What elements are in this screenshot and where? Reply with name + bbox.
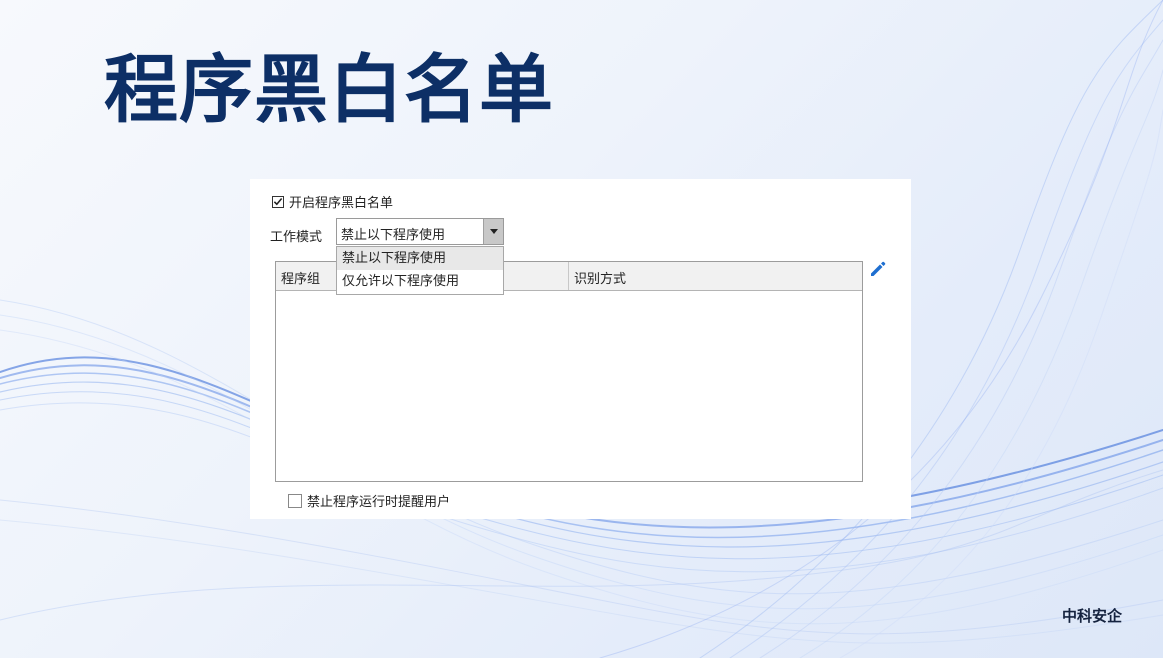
- column-divider[interactable]: [568, 262, 569, 290]
- work-mode-label: 工作模式: [270, 230, 323, 245]
- column-header-identify-method[interactable]: 识别方式: [574, 268, 626, 287]
- checkmark-icon: [273, 198, 283, 206]
- work-mode-selected-value: 禁止以下程序使用: [341, 228, 446, 243]
- column-header-program-group[interactable]: 程序组: [281, 268, 320, 287]
- dropdown-option-forbid[interactable]: 禁止以下程序使用: [337, 247, 503, 270]
- table-body[interactable]: [276, 291, 862, 481]
- work-mode-select[interactable]: 禁止以下程序使用: [336, 218, 504, 245]
- edit-button[interactable]: [868, 259, 888, 279]
- dropdown-option-allow-only[interactable]: 仅允许以下程序使用: [337, 270, 503, 293]
- brand-name: 中科安企: [1062, 607, 1123, 625]
- pencil-icon: [871, 261, 886, 276]
- caret-down-icon: [489, 229, 498, 234]
- notify-user-checkbox[interactable]: 禁止程序运行时提醒用户: [288, 491, 450, 510]
- blacklist-settings-panel: 开启程序黑白名单 工作模式 禁止以下程序使用 程序组 识别方式 禁止以下程序使用…: [250, 179, 911, 519]
- checkbox-box[interactable]: [272, 195, 284, 208]
- enable-blacklist-label: 开启程序黑白名单: [289, 196, 394, 211]
- checkbox-box[interactable]: [288, 493, 302, 508]
- enable-blacklist-checkbox[interactable]: 开启程序黑白名单: [272, 192, 393, 211]
- notify-user-label: 禁止程序运行时提醒用户: [307, 495, 451, 510]
- work-mode-dropdown-list: 禁止以下程序使用 仅允许以下程序使用: [336, 246, 504, 295]
- dropdown-arrow-button[interactable]: [483, 219, 503, 244]
- slide-title: 程序黑白名单: [104, 47, 554, 133]
